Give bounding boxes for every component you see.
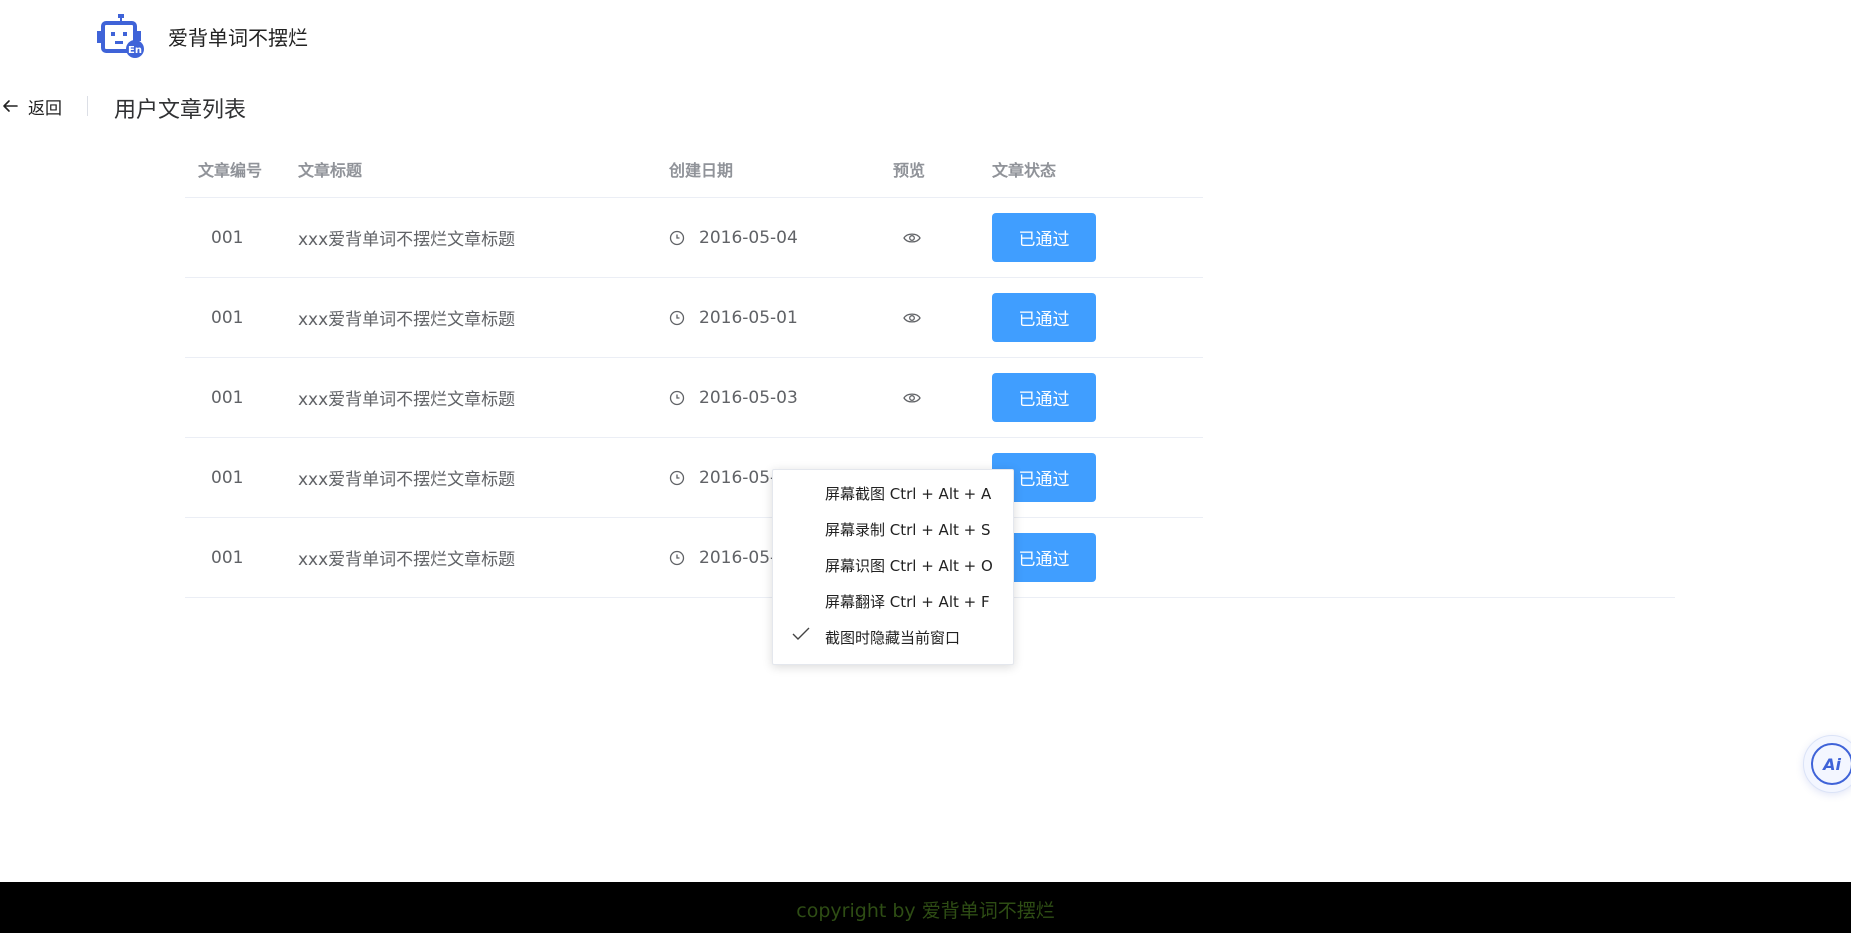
logo-badge-text: En [128,45,142,56]
article-title: xxx爱背单词不摆烂文章标题 [298,470,516,490]
page-title: 用户文章列表 [114,98,247,123]
footer: copyright by 爱背单词不摆烂 [0,882,1851,933]
menu-item-screen-record[interactable]: 屏幕录制 Ctrl + Alt + S [825,518,991,542]
eye-icon[interactable] [903,312,921,324]
footer-copyright: copyright by 爱背单词不摆烂 [796,900,1055,922]
article-id: 001 [211,307,244,328]
back-button[interactable]: 返回 [0,91,62,121]
eye-icon[interactable] [903,392,921,404]
arrow-left-icon [3,100,18,112]
page-header-divider [87,96,88,116]
table-header: 文章编号 文章标题 创建日期 预览 文章状态 [185,145,1203,198]
article-id: 001 [211,547,244,568]
status-approved-button[interactable]: 已通过 [992,373,1096,422]
clock-icon [669,470,685,486]
article-date: 2016-05-03 [699,387,798,408]
article-title: xxx爱背单词不摆烂文章标题 [298,390,516,410]
article-title: xxx爱背单词不摆烂文章标题 [298,230,516,250]
status-approved-button[interactable]: 已通过 [992,213,1096,262]
back-button-label: 返回 [28,98,62,119]
ai-icon: Ai [1811,743,1851,785]
clock-icon [669,310,685,326]
app-title: 爱背单词不摆烂 [168,26,308,50]
clock-icon [669,550,685,566]
table-row: 001 xxx爱背单词不摆烂文章标题 2016-05-01 已通过 [185,278,1203,358]
ai-assistant-button[interactable]: Ai [1803,735,1851,793]
robot-logo-icon: En [97,14,144,58]
article-date-cell: 2016-05-01 [669,278,798,357]
menu-item-screen-translate[interactable]: 屏幕翻译 Ctrl + Alt + F [825,590,990,614]
preview-cell [903,278,921,357]
menu-item-screenshot[interactable]: 屏幕截图 Ctrl + Alt + A [825,482,991,506]
article-id: 001 [211,387,244,408]
table-row: 001 xxx爱背单词不摆烂文章标题 2016-05-03 已通过 [185,358,1203,438]
article-title: xxx爱背单词不摆烂文章标题 [298,310,516,330]
preview-cell [903,198,921,277]
table-row: 001 xxx爱背单词不摆烂文章标题 2016-05-04 已通过 [185,198,1203,278]
clock-icon [669,390,685,406]
column-header-status: 文章状态 [992,161,1057,180]
clock-icon [669,230,685,246]
preview-cell [903,358,921,437]
article-id: 001 [211,467,244,488]
article-date: 2016-05-04 [699,227,798,248]
article-title: xxx爱背单词不摆烂文章标题 [298,550,516,570]
eye-icon[interactable] [903,232,921,244]
context-menu: 屏幕截图 Ctrl + Alt + A 屏幕录制 Ctrl + Alt + S … [772,469,1014,665]
article-id: 001 [211,227,244,248]
column-header-date: 创建日期 [669,161,734,180]
status-approved-button[interactable]: 已通过 [992,293,1096,342]
menu-item-screen-ocr[interactable]: 屏幕识图 Ctrl + Alt + O [825,554,993,578]
article-date-cell: 2016-05-04 [669,198,798,277]
article-table: 文章编号 文章标题 创建日期 预览 文章状态 001 xxx爱背单词不摆烂文章标… [185,145,1675,598]
menu-item-hide-window-on-capture[interactable]: 截图时隐藏当前窗口 [825,626,960,650]
column-header-preview: 预览 [893,161,926,180]
app-logo: En [97,14,145,58]
column-header-title: 文章标题 [298,161,363,180]
article-date: 2016-05-01 [699,307,798,328]
checkmark-icon [791,626,811,646]
table-row: 001 xxx爱背单词不摆烂文章标题 2016-05-03 已通过 [185,438,1203,518]
column-header-id: 文章编号 [198,161,263,180]
article-date-cell: 2016-05-03 [669,358,798,437]
